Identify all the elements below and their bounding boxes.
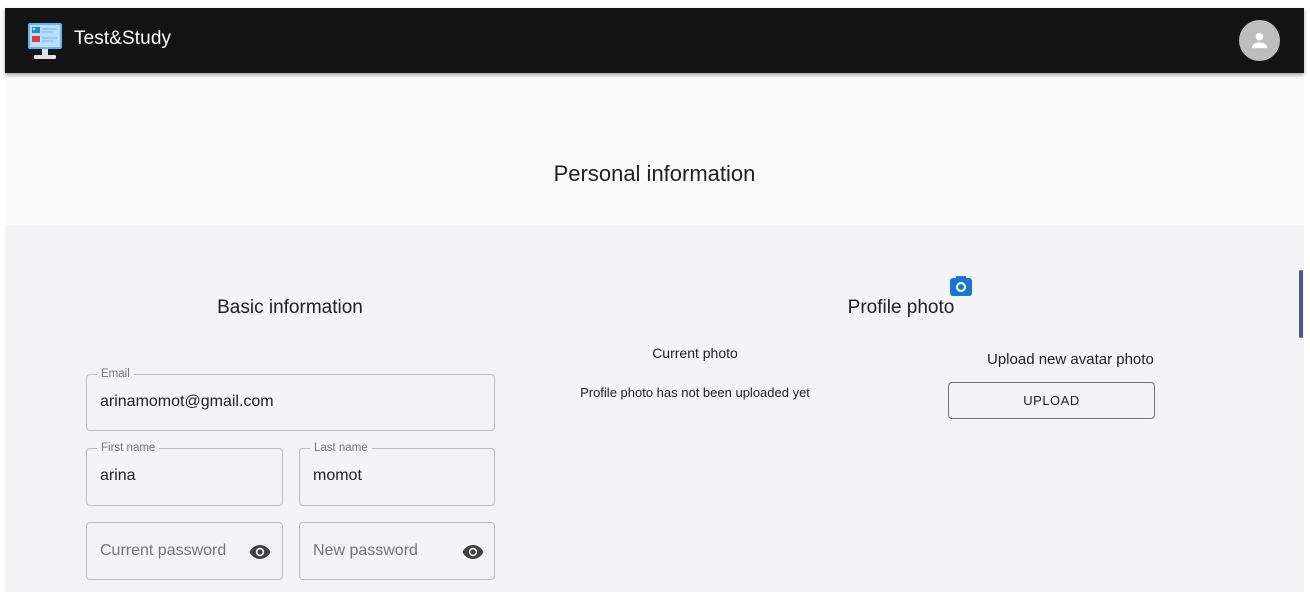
email-field[interactable]: Email arinamomot@gmail.com [86,367,495,431]
page-title: Personal information [553,161,756,186]
first-name-label: First name [97,441,160,455]
last-name-field[interactable]: Last name momot [299,441,495,506]
basic-info-title: Basic information [217,297,363,318]
last-name-value: momot [313,467,362,484]
upload-button[interactable]: UPLOAD [948,382,1155,419]
profile-photo-title: Profile photo [847,297,955,318]
last-name-label: Last name [310,441,372,455]
current-password-field[interactable]: Current password [86,522,283,580]
computer-quiz-logo-icon [27,22,63,60]
no-photo-text: Profile photo has not been uploaded yet [580,385,810,400]
upload-heading: Upload new avatar photo [987,351,1154,368]
app-frame: Test&Study Personal information Basic in… [0,0,1310,592]
email-value: arinamomot@gmail.com [100,393,274,410]
scrollbar-thumb[interactable] [1299,270,1303,338]
account-icon [1251,32,1268,49]
first-name-value: arina [100,467,136,484]
current-password-placeholder: Current password [100,542,227,559]
window-edge [1304,0,1310,592]
new-password-placeholder: New password [313,542,418,559]
first-name-field[interactable]: First name arina [86,441,283,506]
page-header-band: Personal information [5,73,1304,225]
camera-icon [950,276,972,296]
account-avatar-button[interactable] [1239,20,1280,61]
app-bar: Test&Study [5,8,1304,73]
visibility-icon[interactable] [248,540,272,564]
app-title: Test&Study [74,28,172,49]
current-photo-label: Current photo [652,345,738,361]
visibility-icon[interactable] [461,540,485,564]
new-password-field[interactable]: New password [299,522,495,580]
email-label: Email [97,367,134,381]
page-content: Personal information Basic information E… [5,73,1304,592]
